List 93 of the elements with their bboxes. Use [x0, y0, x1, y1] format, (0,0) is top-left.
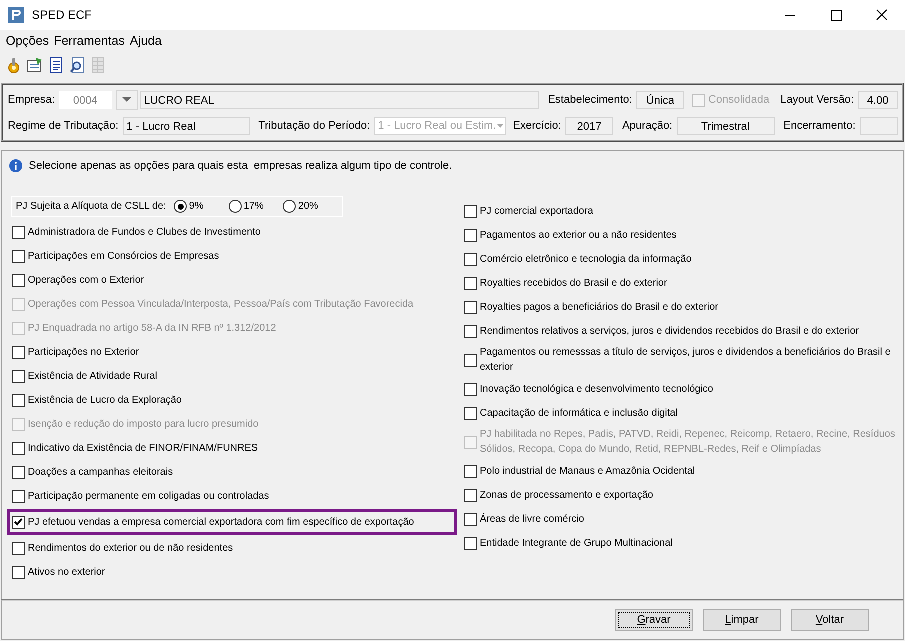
checkbox-label: Rendimentos relativos a serviços, juros e dividendos recebidos do Brasil e do exterior — [480, 324, 860, 338]
text-field[interactable]: 1 - Lucro Real — [122, 117, 250, 135]
checkbox[interactable] — [12, 542, 25, 554]
checkbox-label: Operações com o Exterior — [28, 274, 144, 288]
menu-item[interactable]: Ajuda — [130, 34, 162, 48]
checkbox[interactable] — [464, 406, 477, 420]
field-label: Regime de Tributação: — [8, 120, 119, 132]
radio-label: 9% — [189, 201, 204, 212]
checkbox[interactable] — [464, 536, 477, 550]
checkbox-label: Existência de Atividade Rural — [28, 370, 158, 384]
checkbox[interactable] — [464, 300, 477, 314]
company-code-field[interactable]: 0004 — [59, 91, 112, 109]
checkbox[interactable] — [464, 354, 477, 366]
text-field[interactable]: LUCRO REAL — [140, 91, 540, 109]
text-field[interactable] — [860, 117, 898, 135]
checkbox-label: Zonas de processamento e exportação — [480, 488, 654, 502]
checkbox-label: Participação permanente em coligadas ou controladas — [28, 490, 270, 504]
checkbox[interactable] — [464, 464, 477, 478]
window-title: SPED ECF — [32, 8, 94, 22]
info-message: Selecione apenas as opções para quais esta empresas realiza algum tipo de controle. — [29, 160, 452, 172]
field-label: Empresa: — [8, 94, 56, 106]
text-field[interactable]: 4.00 — [858, 91, 898, 109]
info-icon — [9, 159, 23, 173]
field-label: Layout Versão: — [780, 94, 854, 106]
checkbox[interactable] — [12, 274, 25, 286]
checkbox-label: Entidade Integrante de Grupo Multinacional — [480, 536, 673, 550]
checkbox-label: Comércio eletrônico e tecnologia da informação — [480, 252, 692, 266]
checkbox-label: PJ Enquadrada no artigo 58-A da IN RFB nº 1.312/2012 — [28, 322, 276, 336]
checkbox-label: Pagamentos ou remesssas a título de serviços, juros e dividendos a beneficiários do Brasil e exterior — [480, 346, 892, 375]
checkbox[interactable] — [464, 228, 477, 242]
dialog-button[interactable]: Limpar — [703, 609, 781, 631]
checkbox-label: Doações a campanhas eleitorais — [28, 466, 174, 480]
checkbox-label: Pagamentos ao exterior ou a não residentes — [480, 228, 677, 242]
checkbox[interactable] — [12, 466, 25, 478]
gear-icon[interactable] — [6, 57, 22, 74]
checkbox[interactable] — [464, 382, 477, 396]
form-icon[interactable] — [27, 57, 43, 74]
caret-icon[interactable] — [122, 97, 132, 103]
checkbox-label: Operações com Pessoa Vinculada/Interposta, Pessoa/País com Tributação Favorecida — [28, 298, 414, 312]
dialog-button[interactable]: Voltar — [791, 609, 869, 631]
checkbox-label: Indicativo da Existência de FINOR/FINAM/FUNRES — [28, 442, 258, 456]
checkbox[interactable] — [12, 516, 25, 528]
checkbox-label: Áreas de livre comércio — [480, 512, 584, 526]
dialog-button[interactable]: Gravar — [615, 609, 693, 631]
menu-item[interactable]: Opções — [6, 34, 50, 48]
field-label: Exercício: — [513, 120, 562, 132]
radio-button[interactable] — [283, 200, 296, 213]
checkbox-label: Capacitação de informática e inclusão digital — [480, 406, 678, 420]
radio-label: 17% — [244, 201, 264, 212]
checkbox[interactable] — [464, 488, 477, 502]
checkbox[interactable] — [464, 252, 477, 266]
field-label: Apuração: — [622, 120, 673, 132]
checkbox-label: Participações no Exterior — [28, 346, 140, 360]
checkbox-label: PJ habilitada no Repes, Padis, PATVD, Reidi, Repenec, Reicomp, Retaero, Recine, Resíduos Sólidos, Recopa, Copa do Mundo, Retid, REPNBL-Redes, Reif e Olimpíadas — [480, 428, 896, 457]
checkbox[interactable] — [464, 276, 477, 290]
checkbox-label: Inovação tecnológica e desenvolvimento tecnológico — [480, 382, 714, 396]
checkbox[interactable] — [12, 490, 25, 502]
search-icon[interactable] — [69, 57, 85, 74]
radio-button[interactable] — [174, 200, 188, 213]
checkbox-label: Isenção e redução do imposto para lucro presumido — [28, 418, 259, 432]
checkbox[interactable] — [12, 442, 25, 454]
checkbox-label: Consolidada — [708, 94, 770, 106]
text-field[interactable]: Trimestral — [676, 117, 775, 135]
checkbox-label: Royalties pagos a beneficiários do Brasil e do exterior — [480, 300, 718, 314]
checkbox[interactable] — [464, 204, 477, 218]
field-label: Estabelecimento: — [548, 94, 632, 106]
checkbox-label: PJ comercial exportadora — [480, 204, 594, 218]
checkbox-label: Rendimentos do exterior ou de não residentes — [28, 542, 234, 556]
text-field[interactable]: 2017 — [565, 117, 614, 135]
checkbox-label: Participações em Consórcios de Empresas — [28, 250, 220, 264]
app-logo-icon — [8, 7, 24, 23]
checkbox[interactable] — [12, 566, 25, 578]
field-label: Tributação do Período: — [258, 120, 370, 132]
radio-button[interactable] — [228, 200, 242, 213]
text-field[interactable]: Única — [636, 91, 684, 109]
checkbox[interactable] — [12, 250, 25, 262]
checkbox-label: Royalties recebidos do Brasil e do exterior — [480, 276, 668, 290]
document-icon[interactable] — [48, 57, 64, 74]
checkbox-label: PJ efetuou vendas a empresa comercial exportadora com fim específico de exportação — [28, 516, 414, 530]
checkbox-label: Existência de Lucro da Exploração — [28, 394, 182, 408]
checkbox-label: Polo industrial de Manaus e Amazônia Ocidental — [480, 464, 696, 478]
checkbox[interactable] — [464, 324, 477, 338]
checkbox[interactable] — [12, 346, 25, 358]
checkbox[interactable] — [12, 394, 25, 406]
checkbox[interactable] — [12, 370, 25, 382]
checkbox-label: Administradora de Fundos e Clubes de Investimento — [28, 226, 261, 240]
checkbox-label: Ativos no exterior — [28, 566, 106, 580]
radio-group-label: PJ Sujeita a Alíquota de CSLL de: — [16, 201, 166, 212]
menu-item[interactable]: Ferramentas — [54, 34, 125, 48]
field-label: Encerramento: — [784, 120, 856, 132]
checkbox[interactable] — [464, 512, 477, 526]
radio-label: 20% — [298, 201, 318, 212]
checkbox[interactable] — [12, 226, 25, 238]
